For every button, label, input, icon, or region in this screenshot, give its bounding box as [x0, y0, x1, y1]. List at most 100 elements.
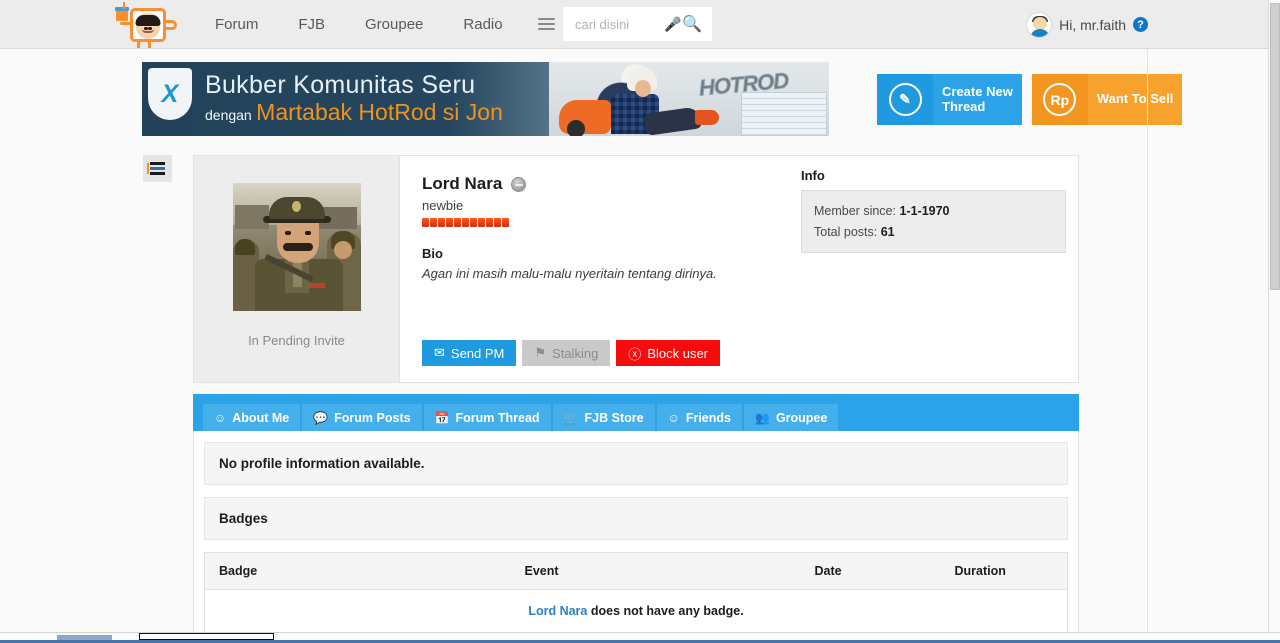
block-user-button[interactable]: ⓧ Block user [616, 340, 721, 366]
no-profile-info-row: No profile information available. [204, 442, 1068, 485]
total-posts-value: 61 [880, 224, 895, 239]
block-user-label: Block user [647, 345, 709, 361]
table-row: Lord Nara does not have any badge. [205, 590, 1068, 633]
pending-invite-label: In Pending Invite [248, 333, 345, 348]
page-root: Forum FJB Groupee Radio cari disini 🎤 🔍 … [0, 0, 1280, 643]
logo-cup-lid [115, 7, 129, 11]
taskbar-active-item[interactable] [139, 633, 274, 640]
member-since-label: Member since: [814, 204, 896, 218]
member-since-row: Member since: 1-1-1970 [814, 201, 1053, 222]
nav-item-groupee[interactable]: Groupee [345, 16, 443, 33]
envelope-icon: ✉ [434, 345, 445, 360]
stalking-label: Stalking [552, 345, 599, 361]
taskbar-strip [0, 632, 1280, 643]
info-panel: Info Member since: 1-1-1970 Total posts:… [801, 168, 1066, 254]
site-logo[interactable] [115, 2, 178, 48]
tab-fjb-store[interactable]: 🛒 FJB Store [552, 404, 655, 431]
calendar-icon: 📅 [434, 410, 450, 425]
scrollbar-thumb[interactable] [1270, 3, 1280, 290]
tab-label: About Me [232, 410, 290, 425]
profile-photo[interactable] [232, 183, 361, 311]
tab-label: Forum Posts [334, 410, 411, 425]
logo-cup-icon [116, 10, 128, 21]
banner-subline-highlight: Martabak HotRod si Jon [256, 99, 503, 126]
sidebar-toggle-icon[interactable] [143, 155, 172, 182]
user-menu[interactable]: Hi, mr.faith ? [1026, 0, 1148, 49]
member-since-value: 1-1-1970 [899, 204, 950, 218]
vertical-scrollbar[interactable] [1268, 0, 1280, 632]
profile-avatar-column: In Pending Invite [194, 156, 400, 382]
nav-item-fjb[interactable]: FJB [278, 16, 345, 33]
logo-mouth [142, 29, 154, 33]
tab-about-me[interactable]: ☺ About Me [203, 404, 301, 431]
magnifier-icon[interactable]: 🔍 [680, 14, 704, 34]
top-navigation-bar: Forum FJB Groupee Radio cari disini 🎤 🔍 … [0, 0, 1268, 49]
rupiah-icon: Rp [1043, 83, 1077, 116]
profile-tabs: ☺ About Me 💬 Forum Posts 📅 Forum Thread 🛒 FJB S… [193, 394, 1079, 431]
profile-content-panel: No profile information available. Badges… [193, 431, 1079, 643]
page-title: Lord Nara [422, 174, 503, 193]
tab-label: Groupee [775, 410, 828, 425]
comment-icon: 💬 [313, 410, 329, 425]
pencil-icon: ✎ [888, 83, 922, 116]
offline-status-icon [511, 176, 527, 192]
profile-details: Lord Nara newbie Bio Agan ini masih malu… [400, 156, 1078, 382]
microphone-icon[interactable]: 🎤 [664, 16, 681, 33]
create-new-thread-button[interactable]: ✎ Create New Thread [877, 74, 1022, 125]
logo-arm-right [166, 20, 177, 30]
tab-label: Friends [685, 410, 731, 425]
stalking-button[interactable]: ⚑ Stalking [522, 340, 611, 366]
column-event: Event [510, 552, 801, 590]
banner-headline: Bukber Komunitas Seru [205, 71, 476, 99]
banner-brand-letter: X [161, 79, 179, 108]
primary-nav: Forum FJB Groupee Radio [195, 0, 523, 49]
group-icon: 👥 [754, 410, 770, 425]
column-badge: Badge [204, 552, 511, 590]
cart-icon: 🛒 [563, 410, 579, 425]
logo-face [135, 12, 161, 39]
want-to-sell-label: Want To Sell [1087, 74, 1183, 125]
total-posts-label: Total posts: [814, 224, 878, 239]
search-box[interactable]: cari disini 🎤 🔍 [563, 7, 712, 41]
create-new-thread-label: Create New Thread [933, 74, 1022, 125]
banner-photo: HOTROD [549, 62, 829, 136]
info-heading: Info [801, 168, 825, 183]
search-input[interactable]: cari disini [575, 17, 664, 32]
nav-item-forum[interactable]: Forum [195, 16, 278, 33]
question-mark-icon[interactable]: ? [1133, 17, 1148, 32]
tab-label: Forum Thread [455, 410, 540, 425]
hamburger-menu-icon[interactable] [529, 7, 563, 41]
cta-buttons: ✎ Create New Thread Rp Want To Sell [877, 74, 1183, 125]
nav-item-radio[interactable]: Radio [443, 16, 522, 33]
empty-badges-cell: Lord Nara does not have any badge. [205, 590, 1068, 633]
profile-card: In Pending Invite Lord Nara newbie Bio A… [193, 155, 1079, 383]
tab-label: FJB Store [584, 410, 644, 425]
banner-subline-prefix: dengan [205, 107, 252, 124]
badges-heading: Badges [204, 497, 1068, 540]
eye-slash-icon: ⓧ [628, 346, 642, 362]
logo-hair [135, 14, 161, 26]
badges-table: Badge Event Date Duration Lord Nara does… [204, 552, 1068, 633]
bio-text: Agan ini masih malu-malu nyeritain tenta… [422, 266, 717, 281]
bookmark-icon: ⚑ [534, 345, 547, 360]
search-area: cari disini 🎤 🔍 [529, 7, 712, 41]
person-icon: ☺ [667, 410, 680, 425]
xl-shield-logo: X [148, 68, 192, 120]
tab-friends[interactable]: ☺ Friends [656, 404, 742, 431]
tab-groupee[interactable]: 👥 Groupee [743, 404, 839, 431]
empty-badges-text: does not have any badge. [587, 604, 744, 618]
send-pm-button[interactable]: ✉ Send PM [422, 340, 517, 366]
tab-forum-thread[interactable]: 📅 Forum Thread [423, 404, 551, 431]
banner-text: Bukber Komunitas Seru dengan Martabak Ho… [205, 72, 503, 125]
column-date: Date [800, 552, 941, 590]
profile-action-buttons: ✉ Send PM ⚑ Stalking ⓧ Block user [422, 340, 721, 366]
user-greeting: Hi, mr.faith [1059, 16, 1126, 33]
want-to-sell-button[interactable]: Rp Want To Sell [1031, 74, 1183, 125]
promo-banner[interactable]: X HOTROD Bukber Komunitas Seru dengan Ma… [142, 62, 829, 136]
logo-cup-straw [123, 2, 125, 9]
total-posts-row: Total posts: 61 [814, 222, 1053, 243]
content-right-edge [1147, 49, 1148, 632]
tab-forum-posts[interactable]: 💬 Forum Posts [302, 404, 422, 431]
logo-frame [130, 8, 166, 42]
profile-link[interactable]: Lord Nara [528, 604, 587, 618]
